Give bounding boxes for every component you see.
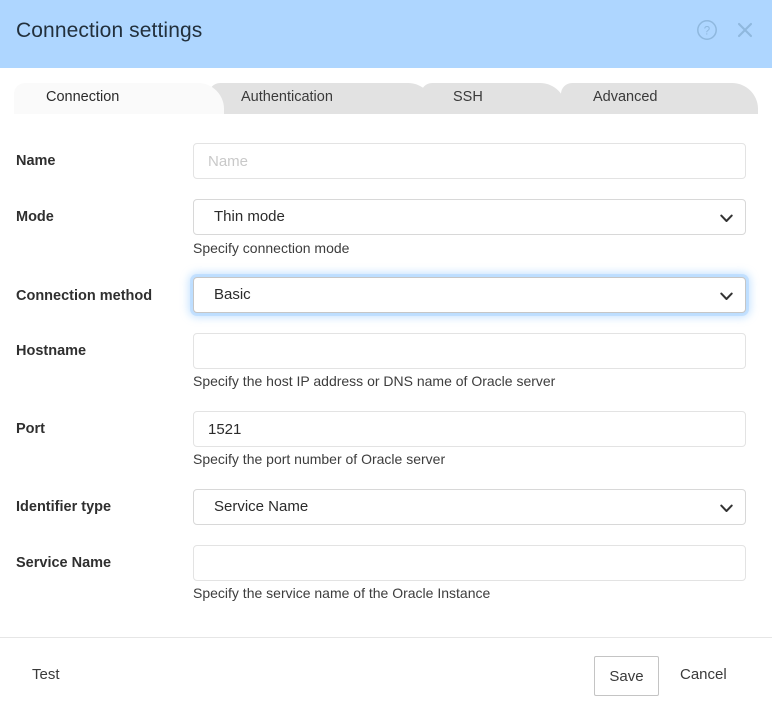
label-identifier-type: Identifier type bbox=[16, 499, 112, 515]
label-service-name: Service Name bbox=[16, 555, 112, 571]
label-name: Name bbox=[16, 153, 56, 169]
select-value: Thin mode bbox=[214, 208, 285, 225]
hint-service-name: Specify the service name of the Oracle I… bbox=[193, 585, 491, 601]
tab-ssh[interactable]: SSH bbox=[421, 83, 566, 114]
save-button[interactable]: Save bbox=[594, 656, 659, 696]
test-button[interactable]: Test bbox=[32, 666, 60, 683]
label-hostname: Hostname bbox=[16, 343, 87, 359]
tab-connection[interactable]: Connection bbox=[14, 83, 224, 114]
input-service-name[interactable] bbox=[193, 545, 746, 581]
input-name[interactable] bbox=[193, 143, 746, 179]
input-port[interactable] bbox=[193, 411, 746, 447]
select-value: Service Name bbox=[214, 498, 309, 515]
cancel-button[interactable]: Cancel bbox=[680, 666, 727, 683]
tab-strip: Connection Authentication SSH Advanced bbox=[0, 68, 772, 114]
tab-authentication[interactable]: Authentication bbox=[209, 83, 434, 114]
chevron-down-icon[interactable] bbox=[719, 289, 733, 303]
tab-label: Connection bbox=[46, 89, 120, 105]
tab-label: Authentication bbox=[241, 89, 333, 105]
select-mode[interactable]: Thin mode bbox=[193, 199, 746, 235]
tab-label: SSH bbox=[453, 89, 483, 105]
hint-port: Specify the port number of Oracle server bbox=[193, 451, 446, 467]
dialog-titlebar: Connection settings ? bbox=[0, 0, 772, 68]
close-icon[interactable] bbox=[732, 17, 758, 43]
titlebar-actions: ? bbox=[694, 17, 758, 43]
tab-advanced[interactable]: Advanced bbox=[561, 83, 758, 114]
svg-text:?: ? bbox=[704, 25, 710, 37]
chevron-down-icon[interactable] bbox=[719, 501, 733, 515]
input-hostname[interactable] bbox=[193, 333, 746, 369]
label-mode: Mode bbox=[16, 209, 54, 225]
hint-hostname: Specify the host IP address or DNS name … bbox=[193, 373, 556, 389]
label-port: Port bbox=[16, 421, 45, 437]
select-identifier-type[interactable]: Service Name bbox=[193, 489, 746, 525]
tab-label: Advanced bbox=[593, 89, 658, 105]
connection-form: Name Mode Thin mode Specify connection mode… bbox=[0, 114, 772, 637]
page-title: Connection settings bbox=[16, 19, 203, 42]
select-connection-method[interactable]: Basic bbox=[193, 277, 746, 313]
label-connection-method: Connection method bbox=[16, 288, 153, 304]
select-value: Basic bbox=[214, 286, 251, 303]
question-circle-icon[interactable]: ? bbox=[694, 17, 720, 43]
hint-mode: Specify connection mode bbox=[193, 240, 350, 256]
chevron-down-icon[interactable] bbox=[719, 211, 733, 225]
